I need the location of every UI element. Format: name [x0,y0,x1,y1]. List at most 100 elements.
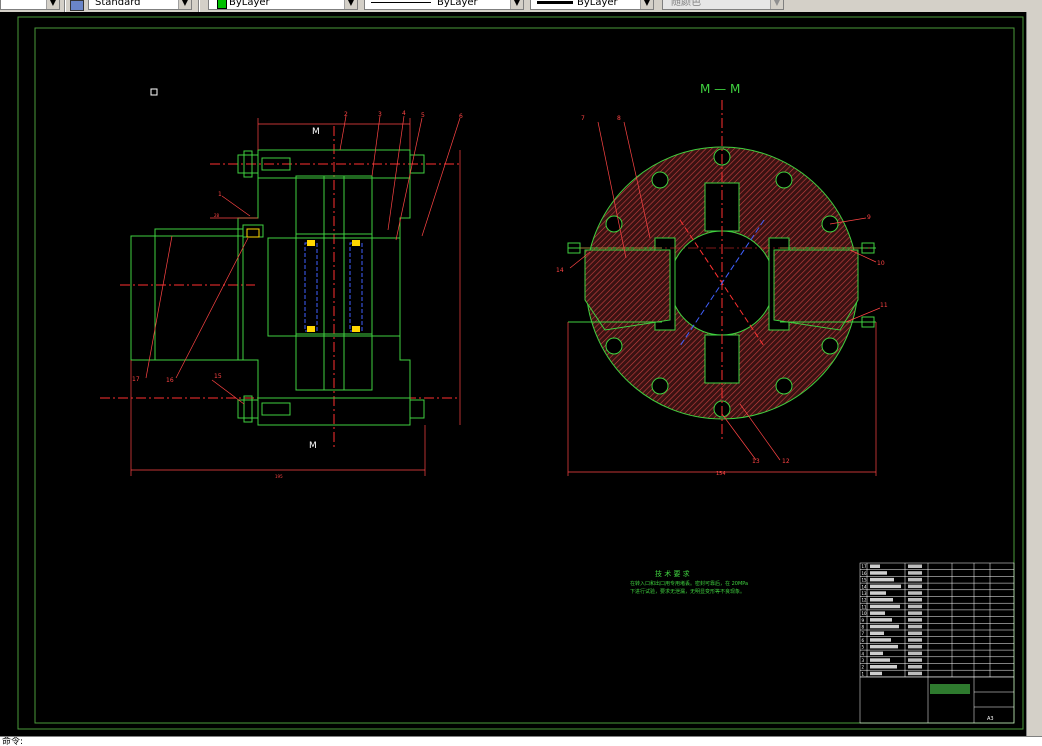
bom-row-number: 5 [862,645,865,650]
bom-table: 17 16 1514 13 1211 10 9 87 6 54 3 21 [860,563,1014,678]
balloon-7: 7 [581,115,585,122]
chevron-down-icon[interactable]: ▼ [344,0,357,9]
balloon-2: 2 [344,111,348,118]
text-style-icon[interactable] [70,0,84,11]
chevron-down-icon: ▼ [770,0,783,9]
color-control-value: ByLayer [229,0,270,8]
bom-cell-code [908,604,922,609]
bom-row-number: 7 [862,631,865,636]
bom-row-number: 8 [862,625,865,630]
chevron-down-icon[interactable]: ▼ [510,0,523,9]
bom-cell-text [870,651,883,656]
balloon-17: 17 [132,376,140,383]
bom-row-number: 16 [862,571,868,576]
hidden-part-left [304,242,318,332]
pickbox-cursor [150,88,158,96]
leader-15 [211,379,245,405]
bolt-hole [605,337,623,355]
bom-cell-text [870,638,891,642]
bom-cell-text [870,644,898,649]
toolbar-separator [64,0,66,12]
vertical-scrollbar[interactable] [1026,12,1042,736]
bom-cell-code [908,611,922,615]
workspace-combo[interactable]: ▼ [0,0,60,10]
section-mark-top: M [312,127,320,137]
wing-right [773,249,859,331]
bom-row-number: 11 [862,604,868,609]
bom-cell-code [908,638,922,642]
bom-cell-text [870,658,890,662]
dim-base-value: 154 [716,471,726,477]
drawing-canvas[interactable]: M M 195 28 2 3 4 5 6 1 15 16 17 M — M 15… [0,12,1026,736]
bom-cell-code [908,631,922,635]
bom-cell-text [870,611,885,615]
leader-1 [221,195,251,217]
bom-cell-text [870,604,900,609]
bom-cell-code [908,564,922,568]
bom-row-number: 13 [862,591,868,596]
pin-right-bottom [352,326,360,332]
bom-cell-text [870,618,892,622]
chevron-down-icon[interactable]: ▼ [178,0,191,9]
lineweight-preview-icon [537,1,573,4]
technical-requirements: 技 术 要 求 在转入口和出口用专用堵丢。密封可靠后，在 20MPa 下进行试验… [630,569,748,595]
bom-cell-text [870,598,893,602]
bom-cell-text [870,577,894,582]
bolt-hole [775,377,793,395]
linetype-preview-icon [371,2,431,3]
bom-cell-code [908,571,922,575]
lineweight-control-select[interactable]: ByLayer ▼ [530,0,654,10]
coupling-key [246,228,260,238]
leader-13 [721,413,757,461]
bom-row-number: 15 [862,578,868,583]
color-control-select[interactable]: ByLayer ▼ [208,0,358,10]
bom-row-number: 3 [862,658,865,663]
bolt-hole [775,171,793,189]
bom-cell-text [870,671,882,676]
pin-right-top [352,240,360,246]
leader-3 [371,115,381,177]
bolt-hole [651,171,669,189]
bom-cell-code [908,671,922,676]
wing-left [584,249,671,331]
leader-5 [395,117,423,241]
bom-cell-code [908,644,922,649]
bom-cell-code [908,658,922,662]
text-style-select[interactable]: Standard ▼ [88,0,192,10]
bom-row-number: 4 [862,651,865,656]
linetype-control-select[interactable]: ByLayer ▼ [364,0,524,10]
tech-title: 技 术 要 求 [655,569,690,578]
front-view: M M 195 28 2 3 4 5 6 1 15 16 17 [100,110,463,479]
bom-cell-code [908,598,922,602]
balloon-4: 4 [402,110,406,117]
bom-cell-text [870,564,880,568]
balloon-11: 11 [880,302,888,309]
balloon-13: 13 [752,458,760,465]
bom-row-number: 10 [862,611,868,616]
balloon-6: 6 [459,113,463,120]
bom-cell-text [870,631,884,635]
bom-cell-code [908,591,922,595]
motor-flange [154,228,244,237]
bom-row-number: 6 [862,638,865,643]
drawing-svg: M M 195 28 2 3 4 5 6 1 15 16 17 M — M 15… [17,16,1024,730]
chevron-down-icon[interactable]: ▼ [46,0,59,9]
linetype-control-value: ByLayer [437,0,478,8]
color-swatch-icon [217,0,227,9]
text-style-value: Standard [95,0,141,8]
tech-line-1: 在转入口和出口用专用堵丢。密封可靠后，在 20MPa [630,580,748,587]
plot-style-select: 随颜色 ▼ [662,0,784,10]
pin-left-top [307,240,315,246]
command-prompt: 命令: [2,737,24,746]
plot-style-value: 随颜色 [671,0,701,8]
housing-left [237,150,259,425]
housing-right [399,150,411,425]
chevron-down-icon[interactable]: ▼ [640,0,653,9]
balloon-12: 12 [782,458,790,465]
bolt-shank-bottom [261,402,291,416]
balloon-14: 14 [556,267,564,274]
balloon-10: 10 [877,260,885,267]
balloon-16: 16 [166,377,174,384]
command-line[interactable]: 命令: [0,736,1042,746]
balloon-1: 1 [218,191,222,198]
